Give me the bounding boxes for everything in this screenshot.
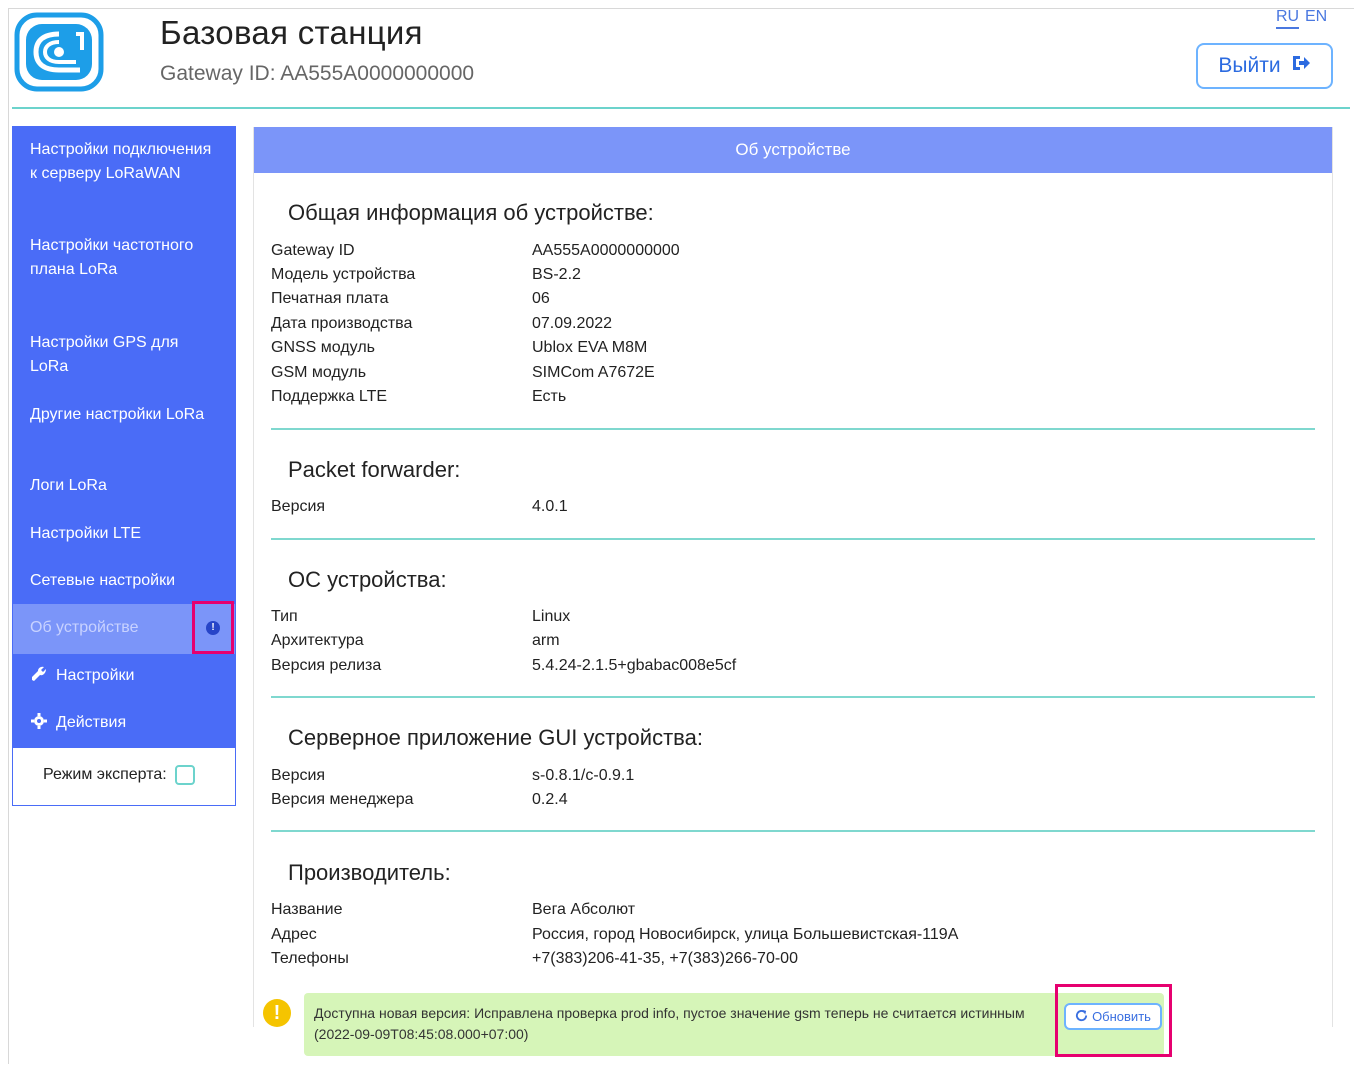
gateway-id-subtitle: Gateway ID: AA555A0000000000 <box>160 62 475 85</box>
section-divider <box>271 538 1315 540</box>
info-key: GNSS модуль <box>271 339 375 356</box>
info-key: Gateway ID <box>271 242 355 259</box>
info-value: 5.4.24-2.1.5+gbabac008e5cf <box>532 657 737 674</box>
info-value: +7(383)206-41-35, +7(383)266-70-00 <box>532 950 798 967</box>
logout-label: Выйти <box>1218 54 1281 77</box>
info-key: Дата производства <box>271 315 413 332</box>
sidebar-item-frequency-plan[interactable]: Настройки частотного плана LoRa <box>30 234 220 282</box>
info-value: 06 <box>532 290 550 307</box>
sidebar-item-settings-label: Настройки <box>56 667 135 684</box>
frame-border-top <box>8 8 1354 9</box>
expert-mode-label: Режим эксперта: <box>43 766 167 783</box>
info-value: arm <box>532 632 560 649</box>
info-value: Россия, город Новосибирск, улица Большев… <box>532 926 959 943</box>
lang-en-link[interactable]: EN <box>1305 8 1327 26</box>
frame-border-left <box>8 8 9 1064</box>
info-key: Версия <box>271 767 326 784</box>
main-border-right <box>1332 127 1333 1027</box>
info-value: AA555A0000000000 <box>532 242 680 259</box>
expert-mode: Режим эксперта: <box>43 765 195 785</box>
warning-icon: ! <box>263 999 291 1027</box>
main-border-left <box>253 127 254 1027</box>
info-key: Название <box>271 901 343 918</box>
wrench-icon <box>30 665 48 683</box>
info-key: Версия <box>271 498 326 515</box>
section-divider <box>271 428 1315 430</box>
logout-button[interactable]: Выйти <box>1196 43 1333 89</box>
vega-logo <box>14 12 104 92</box>
sign-out-icon <box>1291 54 1311 78</box>
sidebar-item-lorawan-server[interactable]: Настройки подключения к серверу LoRaWAN <box>30 138 220 186</box>
sidebar-item-network[interactable]: Сетевые настройки <box>30 569 220 593</box>
sidebar: Настройки подключения к серверу LoRaWAN … <box>12 126 236 806</box>
header-divider <box>12 107 1350 109</box>
info-key: Печатная плата <box>271 290 389 307</box>
info-value: Вега Абсолют <box>532 901 636 918</box>
about-info-highlight: ! <box>192 601 234 654</box>
info-icon[interactable]: ! <box>206 620 220 635</box>
info-key: Архитектура <box>271 632 364 649</box>
info-value: s-0.8.1/c-0.9.1 <box>532 767 635 784</box>
info-value: Есть <box>532 388 567 405</box>
info-key: Поддержка LTE <box>271 388 388 405</box>
info-key: Модель устройства <box>271 266 416 283</box>
info-value: 07.09.2022 <box>532 315 613 332</box>
sidebar-item-lora-logs[interactable]: Логи LoRa <box>30 474 220 498</box>
section-title-general: Общая информация об устройстве: <box>288 200 654 225</box>
sidebar-menu <box>13 127 235 748</box>
gear-icon <box>30 712 48 730</box>
info-key: Телефоны <box>271 950 349 967</box>
info-value: SIMCom A7672E <box>532 364 655 381</box>
update-button-label: Обновить <box>1092 1009 1151 1024</box>
sidebar-item-lte[interactable]: Настройки LTE <box>30 522 220 546</box>
page-title: Базовая станция <box>160 14 423 51</box>
sidebar-item-other-lora[interactable]: Другие настройки LoRa <box>30 403 220 427</box>
info-value: Ublox EVA M8M <box>532 339 648 356</box>
info-key: Тип <box>271 608 298 625</box>
info-value: BS-2.2 <box>532 266 581 283</box>
sidebar-item-gps[interactable]: Настройки GPS для LoRa <box>30 331 220 379</box>
section-title-gui-server: Серверное приложение GUI устройства: <box>288 725 703 750</box>
sidebar-item-actions[interactable]: Действия <box>30 711 220 735</box>
sidebar-item-settings[interactable]: Настройки <box>30 664 220 688</box>
refresh-icon <box>1075 1009 1088 1025</box>
info-key: Адрес <box>271 926 317 943</box>
section-title-packet-forwarder: Packet forwarder: <box>288 457 461 482</box>
section-title-manufacturer: Производитель: <box>288 860 451 885</box>
expert-mode-checkbox[interactable] <box>174 765 195 785</box>
info-value: 4.0.1 <box>532 498 568 515</box>
info-key: Версия менеджера <box>271 791 414 808</box>
info-value: 0.2.4 <box>532 791 568 808</box>
info-key: GSM модуль <box>271 364 367 381</box>
main-panel-header: Об устройстве <box>254 127 1332 173</box>
lang-ru-link[interactable]: RU <box>1276 8 1300 29</box>
section-title-os: ОС устройства: <box>288 567 447 592</box>
section-divider <box>271 696 1315 698</box>
update-button[interactable]: Обновить <box>1064 1003 1162 1030</box>
sidebar-item-actions-label: Действия <box>56 714 127 731</box>
section-divider <box>271 830 1315 832</box>
update-notice-text: Доступна новая версия: Исправлена провер… <box>314 1005 1025 1042</box>
info-value: Linux <box>532 608 571 625</box>
info-key: Версия релиза <box>271 657 382 674</box>
